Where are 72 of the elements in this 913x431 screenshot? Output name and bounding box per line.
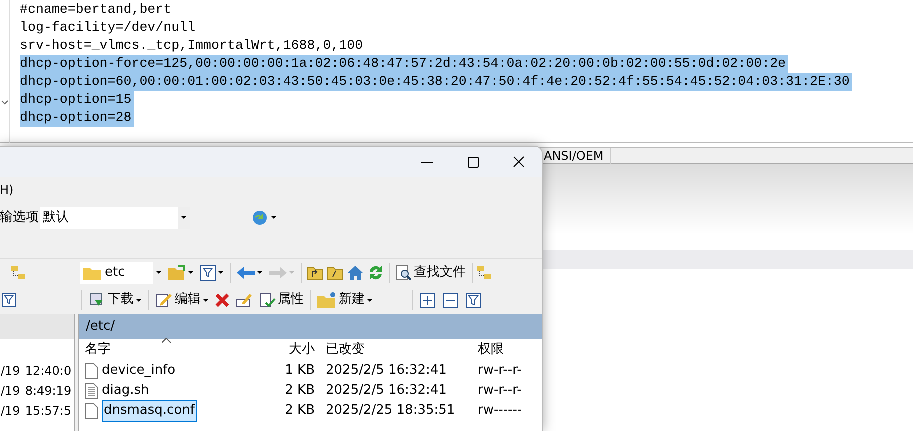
chevron-icon[interactable]: [1, 100, 9, 106]
transfer-options-dropdown[interactable]: 默认: [40, 206, 190, 228]
code-line: log-facility=/dev/null: [20, 19, 197, 37]
edit-button[interactable]: 编辑: [152, 288, 212, 312]
caret-icon: [218, 271, 224, 274]
caret-icon: [289, 271, 295, 274]
globe-icon: [251, 208, 269, 226]
column-header[interactable]: 大小: [289, 342, 315, 358]
permissions-cell: rw-r--r-: [478, 383, 522, 398]
time-cell-text: 8:49:19: [25, 383, 72, 400]
back-arrow-icon: [237, 266, 255, 278]
forward-arrow-icon: [269, 266, 287, 278]
column-header[interactable]: 权限: [478, 342, 504, 358]
code-line: srv-host=_vlmcs._tcp,ImmortalWrt,1688,0,100: [20, 37, 364, 55]
permissions-cell: rw-r--r-: [478, 363, 522, 378]
path-bar: /etc/: [79, 314, 542, 339]
size-cell: 2 KB: [285, 403, 315, 418]
filter-icon[interactable]: [2, 293, 16, 307]
download-icon: [88, 292, 106, 308]
root-folder-icon[interactable]: [327, 266, 343, 280]
date-cell: 2025/2/25 18:35:51: [326, 403, 456, 418]
search-icon: [396, 264, 412, 280]
file-name[interactable]: diag.sh: [102, 381, 150, 401]
properties-button[interactable]: 属性: [255, 288, 307, 312]
folder-arrow-icon: [168, 264, 186, 280]
column-header[interactable]: 名字: [85, 340, 111, 360]
time-cell-text: 15:57:5: [25, 403, 72, 420]
rename-icon[interactable]: [235, 292, 253, 308]
column-header[interactable]: 已改变: [326, 342, 365, 358]
file-icon: [85, 403, 98, 419]
code-line: #cname=bertand,bert: [20, 1, 173, 19]
date-cell-text: /19: [1, 383, 20, 400]
maximize-icon: [468, 156, 478, 168]
date-cell-text: /19: [1, 403, 20, 420]
parent-folder-icon[interactable]: [307, 266, 323, 280]
home-icon[interactable]: [347, 264, 364, 280]
file-name[interactable]: device_info: [102, 361, 176, 381]
date-cell: 2025/2/5 16:32:41: [326, 383, 447, 398]
caret-icon: [136, 298, 142, 302]
filter-icon[interactable]: [466, 292, 481, 308]
collapse-icon[interactable]: [443, 292, 458, 308]
date-cell: 2025/2/5 16:32:41: [326, 363, 447, 378]
new-folder-icon: [317, 292, 337, 308]
pencil-icon: [155, 292, 173, 308]
delete-icon[interactable]: [215, 292, 230, 308]
folder-icon: [83, 266, 101, 280]
time-cell-text: 12:40:0: [25, 363, 72, 380]
expand-icon[interactable]: [420, 292, 435, 308]
menu-item[interactable]: H): [0, 181, 14, 199]
caret-icon: [156, 271, 162, 274]
date-cell-text: /19: [1, 363, 20, 380]
text-file-icon: [85, 383, 98, 399]
caret-icon: [271, 216, 277, 219]
file-name[interactable]: dnsmasq.conf: [102, 400, 197, 422]
folder-dropdown[interactable]: etc: [80, 262, 165, 284]
caret-icon: [181, 216, 187, 219]
close-icon: [513, 156, 525, 168]
caret-icon: [188, 271, 194, 274]
document-check-icon: [258, 292, 276, 308]
filter-icon: [200, 264, 216, 280]
caret-icon: [367, 298, 373, 302]
caret-icon: [203, 298, 209, 302]
find-files-button[interactable]: 查找文件: [393, 260, 469, 284]
permissions-cell: rw------: [478, 403, 522, 418]
refresh-icon[interactable]: [368, 264, 384, 280]
file-icon: [85, 363, 98, 379]
caret-icon: [257, 271, 263, 274]
new-button[interactable]: 新建: [314, 288, 376, 312]
download-button[interactable]: 下载: [85, 288, 145, 312]
transfer-options-label: 输选项: [0, 208, 39, 227]
size-cell: 2 KB: [285, 383, 315, 398]
size-cell: 1 KB: [285, 363, 315, 378]
